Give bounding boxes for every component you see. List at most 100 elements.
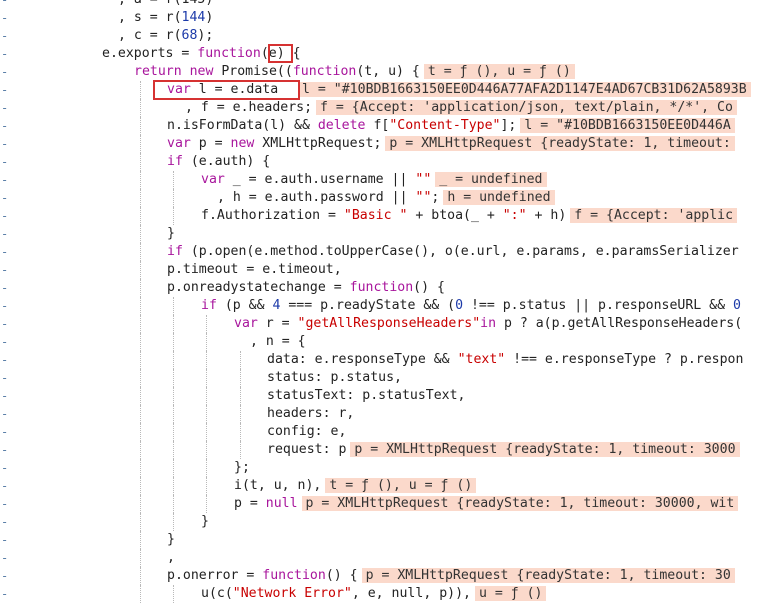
gutter-marker[interactable]: - [1,423,8,441]
code-token: () { [413,280,445,295]
indent-guide [173,207,174,225]
code-token: } [167,532,175,547]
code-line[interactable]: - data: e.responseType && "text" !== e.re… [0,351,763,369]
code-line[interactable]: - return new Promise((function(t, u) {t =… [0,63,763,81]
code-line-content: headers: r, [267,405,354,423]
code-line[interactable]: - config: e, [0,423,763,441]
code-token: + h) [526,208,567,223]
code-token: if [201,298,217,313]
code-line[interactable]: -} [0,513,763,531]
gutter-marker[interactable]: - [1,99,8,117]
indent-guide [140,261,141,279]
code-line-content: , [167,549,175,567]
code-line[interactable]: - var p = new XMLHttpRequest; p = XMLHttpR… [0,135,763,153]
gutter-marker[interactable]: - [1,45,8,63]
code-line[interactable]: - , h = e.auth.password || ""; h = undefin… [0,189,763,207]
gutter-marker[interactable]: - [1,369,8,387]
code-line[interactable]: - p.timeout = e.timeout, [0,261,763,279]
gutter-marker[interactable]: - [1,135,8,153]
code-token: e.exports = [102,46,198,61]
code-line[interactable]: - , s = r(144) [0,9,763,27]
indent-guide [140,81,141,99]
inline-value-preview: u = ƒ () [474,586,547,601]
gutter-marker[interactable]: - [1,441,8,459]
gutter-marker[interactable]: - [1,63,8,81]
code-token: } [201,514,209,529]
code-line[interactable]: - var _ = e.auth.username || "" _ = undefi… [0,171,763,189]
code-line[interactable]: - var r = "getAllResponseHeaders"in p ? a… [0,315,763,333]
code-line[interactable]: - p.onerror = function() {p = XMLHttpRequ… [0,567,763,585]
code-line[interactable]: - headers: r, [0,405,763,423]
code-line[interactable]: - request: pp = XMLHttpRequest {readyStat… [0,441,763,459]
gutter-marker[interactable]: - [1,477,8,495]
code-token: p = [234,496,266,511]
code-token: (t, u) { [356,64,420,79]
code-line[interactable]: - f.Authorization = "Basic " + btoa(_ + "… [0,207,763,225]
code-line[interactable]: - var l = e.data l = "#10BDB1663150EE0D44… [0,81,763,99]
gutter-marker[interactable]: - [1,459,8,477]
code-line-content: , f = e.headers; f = {Accept: 'applicatio… [185,99,737,117]
code-line[interactable]: - status: p.status, [0,369,763,387]
indent-guide [140,207,141,225]
gutter-marker[interactable]: - [1,315,8,333]
code-line[interactable]: - , n = { [0,333,763,351]
code-line-content: return new Promise((function(t, u) {t = … [134,63,575,81]
gutter-marker[interactable]: - [1,81,8,99]
gutter-marker[interactable]: - [1,495,8,513]
gutter-marker[interactable]: - [1,171,8,189]
code-line[interactable]: - statusText: p.statusText, [0,387,763,405]
code-token: function [197,46,261,61]
gutter-marker[interactable]: - [1,243,8,261]
code-line[interactable]: - e.exports = function(e) { [0,45,763,63]
code-line[interactable]: - u(c("Network Error", e, null, p)), u = ƒ… [0,585,763,603]
code-token: f.Authorization = [201,208,344,223]
gutter-marker[interactable]: - [1,117,8,135]
code-token: n.isFormData(l) && [167,118,318,133]
code-line[interactable]: -} [0,225,763,243]
gutter-marker[interactable]: - [1,279,8,297]
code-line[interactable]: - i(t, u, n), t = ƒ (), u = ƒ () [0,477,763,495]
indent-guide [140,423,141,441]
code-line[interactable]: - if (e.auth) { [0,153,763,171]
code-line[interactable]: -, [0,549,763,567]
gutter-marker[interactable]: - [1,27,8,45]
gutter-marker[interactable]: - [1,153,8,171]
gutter-marker[interactable]: - [1,189,8,207]
code-line[interactable]: -} [0,531,763,549]
code-line[interactable]: - p.onreadystatechange = function() { [0,279,763,297]
code-line-content: f.Authorization = "Basic " + btoa(_ + ":… [201,207,738,225]
gutter-marker[interactable]: - [1,513,8,531]
code-line[interactable]: - p = null p = XMLHttpRequest {readyState:… [0,495,763,513]
gutter-marker[interactable]: - [1,297,8,315]
gutter-marker[interactable]: - [1,207,8,225]
code-line-content: p.onreadystatechange = function() { [167,279,445,297]
code-token: , e, null, p)), [351,586,471,601]
code-line[interactable]: - , f = e.headers; f = {Accept: 'applicati… [0,99,763,117]
indent-guide [206,477,207,495]
inline-value-preview: p = XMLHttpRequest {readyState: 1, timeo… [361,568,735,583]
code-line[interactable]: - , c = r(68); [0,27,763,45]
gutter-marker[interactable]: - [1,9,8,27]
gutter-marker[interactable]: - [1,387,8,405]
code-line[interactable]: - if (p && 4 === p.readyState && (0 !== p… [0,297,763,315]
gutter-marker[interactable]: - [1,261,8,279]
gutter-marker[interactable]: - [1,225,8,243]
gutter-marker[interactable]: - [1,351,8,369]
gutter-marker[interactable]: - [1,585,8,603]
code-line[interactable]: - if (p.open(e.method.toUpperCase(), o(e.… [0,243,763,261]
gutter-marker[interactable]: - [1,567,8,585]
gutter-marker[interactable]: - [1,531,8,549]
gutter-marker[interactable]: - [1,405,8,423]
gutter-marker[interactable]: - [1,549,8,567]
code-line[interactable]: -}; [0,459,763,477]
code-token: 144 [181,10,206,25]
code-line[interactable]: - , a = r(145) [0,0,763,9]
code-token: ) [205,10,214,25]
code-token: "Network Error" [232,586,352,601]
code-token: , n = { [250,334,306,349]
code-line[interactable]: - n.isFormData(l) && delete f["Content-Ty… [0,117,763,135]
gutter-marker[interactable]: - [1,0,8,9]
source-code-editor[interactable]: -, a = r(145)-, s = r(144)-, c = r(68);-… [0,0,763,603]
indent-guide [140,531,141,549]
gutter-marker[interactable]: - [1,333,8,351]
